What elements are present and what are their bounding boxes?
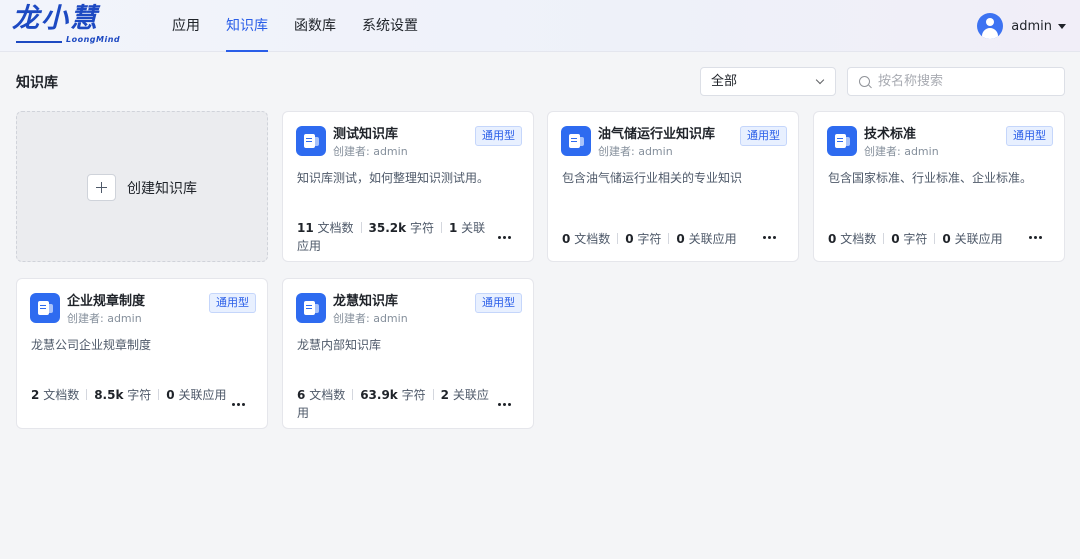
app-count: 0 [166, 388, 175, 402]
doc-count: 11 [297, 221, 314, 235]
card-creator: 创建者: admin [864, 145, 939, 158]
doc-count-label: 文档数 [317, 221, 354, 235]
doc-count: 6 [297, 388, 306, 402]
card-stats: 11 文档数 35.2k 字符 1 关联应用 [297, 219, 497, 255]
type-tag: 通用型 [740, 126, 787, 146]
more-options-icon[interactable] [232, 402, 248, 408]
nav-item-settings[interactable]: 系统设置 [362, 0, 418, 52]
main-nav: 应用 知识库 函数库 系统设置 [172, 0, 444, 52]
caret-down-icon [1058, 23, 1066, 29]
search-icon [859, 76, 870, 87]
app-count: 0 [942, 232, 951, 246]
user-name: admin [1011, 18, 1052, 34]
knowledge-base-card[interactable]: 油气储运行业知识库 创建者: admin 通用型 包含油气储运行业相关的专业知识… [547, 111, 799, 262]
create-label: 创建知识库 [127, 180, 197, 197]
document-icon [827, 126, 857, 156]
card-stats: 2 文档数 8.5k 字符 0 关联应用 [31, 386, 231, 404]
knowledge-base-card[interactable]: 企业规章制度 创建者: admin 通用型 龙慧公司企业规章制度 2 文档数 8.… [16, 278, 268, 429]
card-description: 包含油气储运行业相关的专业知识 [562, 171, 743, 185]
search-box [847, 67, 1065, 96]
app-count-label: 关联应用 [688, 232, 737, 246]
doc-count: 2 [31, 388, 40, 402]
card-creator: 创建者: admin [598, 145, 673, 158]
type-filter-select[interactable]: 全部 [700, 67, 836, 96]
nav-item-apps[interactable]: 应用 [172, 0, 200, 52]
document-icon [30, 293, 60, 323]
card-description: 知识库测试，如何整理知识测试用。 [297, 171, 490, 185]
doc-count: 0 [828, 232, 837, 246]
top-navbar: 龙小慧 LoongMind 应用 知识库 函数库 系统设置 admin [0, 0, 1080, 52]
brand-logo[interactable]: 龙小慧 LoongMind [12, 4, 124, 48]
char-count-label: 字符 [401, 388, 426, 402]
user-menu[interactable]: admin [977, 12, 1066, 40]
create-inner: 创建知识库 [87, 174, 197, 201]
app-count: 1 [448, 221, 458, 235]
nav-item-knowledge-base[interactable]: 知识库 [226, 0, 268, 52]
app-count-label: 关联应用 [178, 388, 227, 402]
card-title: 企业规章制度 [67, 294, 146, 309]
char-count: 35.2k [368, 221, 407, 235]
doc-count-label: 文档数 [43, 388, 80, 402]
logo-text: 龙小慧 [12, 3, 99, 34]
card-stats: 6 文档数 63.9k 字符 2 关联应用 [297, 386, 497, 422]
logo-subtext: LoongMind [66, 35, 121, 44]
doc-count-label: 文档数 [840, 232, 877, 246]
char-count-label: 字符 [127, 388, 152, 402]
page-title: 知识库 [16, 75, 58, 91]
char-count: 8.5k [94, 388, 124, 402]
document-icon [561, 126, 591, 156]
logo-underline [16, 41, 62, 43]
doc-count: 0 [562, 232, 571, 246]
nav-item-functions[interactable]: 函数库 [294, 0, 336, 52]
doc-count-label: 文档数 [574, 232, 611, 246]
card-title: 油气储运行业知识库 [598, 127, 716, 142]
type-tag: 通用型 [209, 293, 256, 313]
card-title: 龙慧知识库 [333, 294, 399, 309]
doc-count-label: 文档数 [309, 388, 346, 402]
plus-icon [87, 174, 116, 201]
char-count: 63.9k [360, 388, 398, 402]
more-options-icon[interactable] [763, 235, 779, 241]
document-icon [296, 293, 326, 323]
type-tag: 通用型 [475, 293, 522, 313]
select-value: 全部 [711, 74, 738, 89]
app-count: 2 [440, 388, 449, 402]
card-creator: 创建者: admin [333, 145, 408, 158]
search-input[interactable] [878, 68, 1058, 95]
card-description: 龙慧内部知识库 [297, 338, 382, 352]
app-count: 0 [676, 232, 685, 246]
knowledge-base-card[interactable]: 测试知识库 创建者: admin 通用型 知识库测试，如何整理知识测试用。 11… [282, 111, 534, 262]
card-creator: 创建者: admin [67, 312, 142, 325]
chevron-down-icon [815, 75, 825, 85]
char-count: 0 [625, 232, 634, 246]
card-description: 龙慧公司企业规章制度 [31, 338, 152, 352]
card-creator: 创建者: admin [333, 312, 408, 325]
type-tag: 通用型 [1006, 126, 1053, 146]
knowledge-base-card[interactable]: 技术标准 创建者: admin 通用型 包含国家标准、行业标准、企业标准。 0 … [813, 111, 1065, 262]
card-stats: 0 文档数 0 字符 0 关联应用 [562, 230, 782, 248]
app-count-label: 关联应用 [954, 232, 1003, 246]
card-title: 技术标准 [864, 127, 917, 142]
more-options-icon[interactable] [1029, 235, 1045, 241]
create-knowledge-base-card[interactable]: 创建知识库 [16, 111, 268, 262]
avatar-icon [977, 13, 1004, 39]
char-count-label: 字符 [637, 232, 662, 246]
type-tag: 通用型 [475, 126, 522, 146]
char-count: 0 [891, 232, 900, 246]
card-description: 包含国家标准、行业标准、企业标准。 [828, 171, 1033, 185]
char-count-label: 字符 [409, 221, 434, 235]
more-options-icon[interactable] [498, 402, 514, 408]
char-count-label: 字符 [903, 232, 928, 246]
knowledge-base-card[interactable]: 龙慧知识库 创建者: admin 通用型 龙慧内部知识库 6 文档数 63.9k … [282, 278, 534, 429]
more-options-icon[interactable] [498, 235, 514, 241]
card-stats: 0 文档数 0 字符 0 关联应用 [828, 230, 1048, 248]
document-icon [296, 126, 326, 156]
card-title: 测试知识库 [333, 127, 399, 142]
